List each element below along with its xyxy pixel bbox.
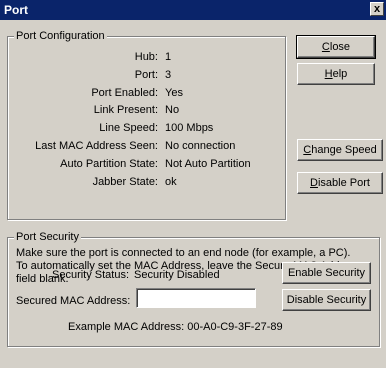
security-status-value: Security Disabled bbox=[134, 269, 220, 281]
port-configuration-group: Port Configuration Hub: 1 Port: 3 Port E… bbox=[7, 30, 286, 220]
security-status-label: Security Status: bbox=[52, 269, 130, 281]
help-button-post: elp bbox=[332, 68, 348, 80]
hub-value: 1 bbox=[165, 51, 172, 63]
enable-security-button[interactable]: Enable Security bbox=[282, 262, 371, 284]
disable-port-post: isable Port bbox=[317, 177, 370, 189]
disable-security-label: Disable Security bbox=[286, 294, 367, 306]
jabber-state-label: Jabber State: bbox=[92, 176, 158, 188]
disable-port-accel: D bbox=[310, 177, 318, 189]
last-mac-value: No connection bbox=[165, 140, 236, 152]
secured-mac-label: Secured MAC Address: bbox=[16, 295, 131, 307]
auto-partition-label: Auto Partition State: bbox=[60, 158, 158, 170]
jabber-state-value: ok bbox=[165, 176, 177, 188]
enable-security-label: Enable Security bbox=[287, 267, 366, 279]
port-dialog: Port x Port Configuration Hub: 1 Port: 3… bbox=[0, 0, 386, 368]
change-speed-post: hange Speed bbox=[311, 144, 377, 156]
link-present-label: Link Present: bbox=[93, 104, 158, 116]
close-button[interactable]: Close bbox=[296, 35, 376, 59]
port-security-legend: Port Security bbox=[14, 231, 81, 244]
window-title: Port bbox=[4, 3, 28, 17]
secured-mac-input[interactable] bbox=[136, 288, 256, 308]
port-configuration-legend: Port Configuration bbox=[14, 30, 107, 43]
disable-port-button[interactable]: Disable Port bbox=[297, 172, 383, 194]
disable-security-button[interactable]: Disable Security bbox=[282, 289, 371, 311]
link-present-value: No bbox=[165, 104, 180, 116]
port-enabled-value: Yes bbox=[165, 87, 183, 99]
last-mac-label: Last MAC Address Seen: bbox=[35, 140, 158, 152]
port-enabled-label: Port Enabled: bbox=[91, 87, 158, 99]
title-bar: Port x bbox=[0, 0, 386, 20]
close-button-accel: C bbox=[321, 41, 330, 53]
help-button[interactable]: Help bbox=[297, 63, 375, 85]
close-icon[interactable]: x bbox=[370, 2, 384, 16]
auto-partition-value: Not Auto Partition bbox=[165, 158, 251, 170]
hub-label: Hub: bbox=[134, 51, 158, 63]
port-security-group: Port Security Make sure the port is conn… bbox=[7, 231, 380, 347]
help-button-accel: H bbox=[324, 68, 333, 80]
port-value: 3 bbox=[165, 69, 172, 81]
port-label: Port: bbox=[134, 69, 158, 81]
change-speed-button[interactable]: Change Speed bbox=[297, 139, 383, 161]
example-mac-address: Example MAC Address: 00-A0-C9-3F-27-89 bbox=[68, 321, 283, 333]
line-speed-value: 100 Mbps bbox=[165, 122, 214, 134]
line-speed-label: Line Speed: bbox=[99, 122, 158, 134]
security-description-line-1: Make sure the port is connected to an en… bbox=[16, 247, 351, 259]
close-button-post: lose bbox=[329, 41, 351, 53]
